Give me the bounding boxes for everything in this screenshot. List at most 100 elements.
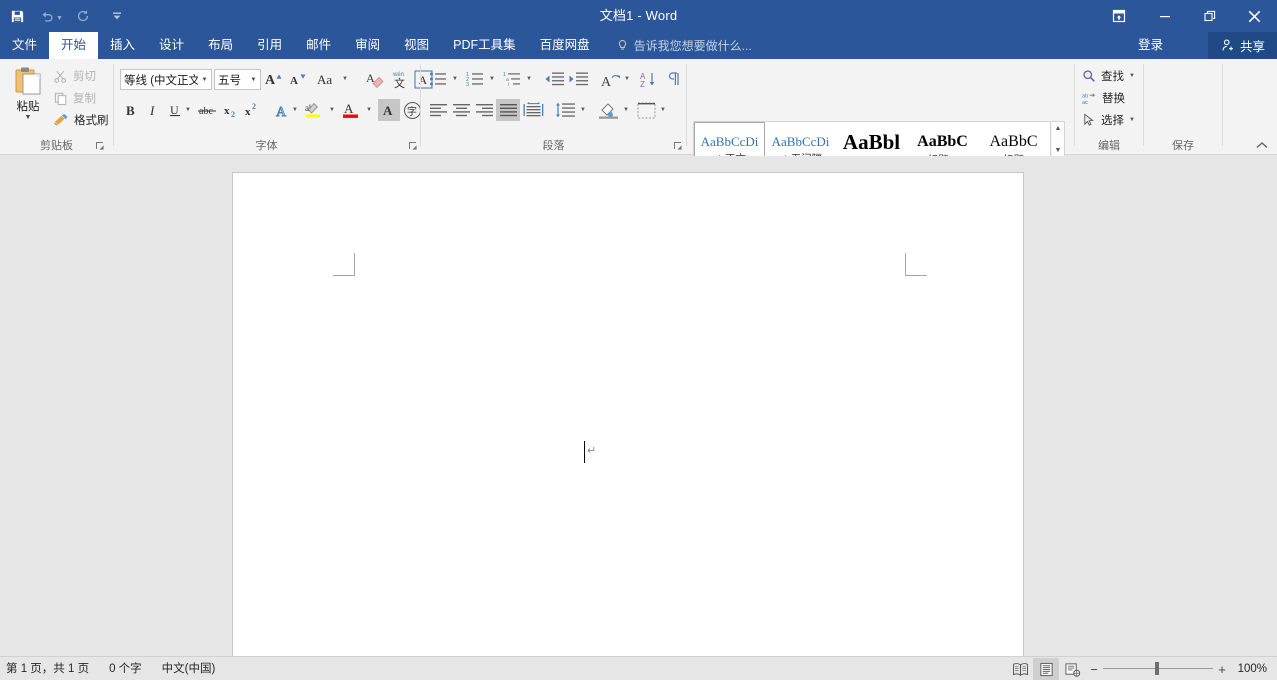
clipboard-dialog-launcher[interactable]: [95, 141, 106, 152]
svg-text:i: i: [508, 82, 509, 87]
numbering-icon[interactable]: 123: [464, 68, 486, 90]
line-spacing-dropdown-icon[interactable]: ▼: [577, 99, 589, 121]
subscript-icon[interactable]: x2: [222, 99, 242, 121]
distributed-icon[interactable]: [521, 99, 545, 121]
shading-dropdown-icon[interactable]: ▼: [620, 99, 632, 121]
tab-insert[interactable]: 插入: [98, 32, 147, 59]
numbering-dropdown-icon[interactable]: ▼: [486, 68, 498, 90]
line-spacing-icon[interactable]: [553, 99, 577, 121]
bullets-dropdown-icon[interactable]: ▼: [449, 68, 461, 90]
change-case-icon[interactable]: Aa: [315, 68, 339, 90]
svg-text:A: A: [265, 73, 276, 88]
font-color-icon[interactable]: A: [340, 99, 362, 121]
align-right-icon[interactable]: [473, 99, 495, 121]
italic-icon[interactable]: I: [142, 99, 164, 121]
clear-formatting-icon[interactable]: A: [364, 68, 388, 90]
restore-button[interactable]: [1187, 0, 1232, 32]
decrease-indent-icon[interactable]: [542, 68, 566, 90]
zoom-slider[interactable]: [1103, 657, 1213, 680]
bold-icon[interactable]: B: [120, 99, 142, 121]
tab-mailings[interactable]: 邮件: [294, 32, 343, 59]
font-name-dropdown-icon[interactable]: ▼: [198, 77, 211, 83]
multilevel-list-dropdown-icon[interactable]: ▼: [523, 68, 535, 90]
word-count-status[interactable]: 0 个字: [99, 657, 152, 680]
find-button[interactable]: 查找 ▼: [1079, 65, 1135, 87]
replace-button[interactable]: abac 替换: [1079, 87, 1125, 109]
zoom-out-button[interactable]: −: [1085, 662, 1103, 677]
tab-home[interactable]: 开始: [49, 32, 98, 59]
scroll-up-icon[interactable]: ▲: [1055, 122, 1062, 135]
paragraph-dialog-launcher[interactable]: [673, 141, 684, 152]
page-number-status[interactable]: 第 1 页，共 1 页: [0, 657, 99, 680]
tab-layout[interactable]: 布局: [196, 32, 245, 59]
font-dialog-launcher[interactable]: [408, 141, 419, 152]
group-label-font: 字体: [114, 137, 419, 153]
language-status[interactable]: 中文(中国): [152, 657, 226, 680]
grow-font-icon[interactable]: A: [263, 68, 287, 90]
asian-layout-dropdown-icon[interactable]: ▼: [621, 68, 633, 90]
share-person-icon: [1220, 38, 1235, 53]
show-formatting-marks-icon[interactable]: [665, 68, 685, 90]
zoom-slider-thumb[interactable]: [1155, 662, 1159, 675]
paste-button[interactable]: 粘贴 ▼: [6, 63, 50, 129]
select-button[interactable]: 选择 ▼: [1079, 109, 1135, 131]
superscript-icon[interactable]: x2: [243, 99, 263, 121]
web-layout-button[interactable]: [1059, 658, 1085, 680]
minimize-button[interactable]: [1142, 0, 1187, 32]
sign-in-button[interactable]: 登录: [1132, 32, 1169, 59]
zoom-level-label[interactable]: 100%: [1231, 663, 1277, 675]
text-highlight-dropdown-icon[interactable]: ▼: [326, 99, 338, 121]
font-color-dropdown-icon[interactable]: ▼: [363, 99, 375, 121]
asian-layout-icon[interactable]: A: [597, 68, 621, 90]
tell-me-placeholder: 告诉我您想要做什么...: [634, 37, 752, 54]
copy-button[interactable]: 复制: [50, 87, 96, 109]
ribbon-display-options-icon[interactable]: [1096, 0, 1142, 32]
borders-dropdown-icon[interactable]: ▼: [657, 99, 669, 121]
change-case-dropdown-icon[interactable]: ▼: [339, 68, 351, 90]
shrink-font-icon[interactable]: A: [287, 68, 311, 90]
phonetic-guide-icon[interactable]: wén文: [388, 68, 412, 90]
tab-design[interactable]: 设计: [147, 32, 196, 59]
align-center-icon[interactable]: [450, 99, 472, 121]
print-layout-button[interactable]: [1033, 658, 1059, 680]
text-effects-dropdown-icon[interactable]: ▼: [289, 99, 301, 121]
tab-file[interactable]: 文件: [0, 32, 49, 59]
document-page[interactable]: ↵: [232, 172, 1024, 656]
zoom-in-button[interactable]: +: [1213, 662, 1231, 677]
collapse-ribbon-button[interactable]: [1253, 136, 1271, 154]
character-shading-icon[interactable]: A: [378, 99, 400, 121]
style-preview: AaBbCcDi: [772, 134, 830, 150]
text-highlight-color-icon[interactable]: ab: [303, 99, 325, 121]
font-size-dropdown-icon[interactable]: ▼: [247, 77, 260, 83]
read-mode-button[interactable]: [1007, 658, 1033, 680]
document-canvas[interactable]: ↵: [0, 156, 1277, 656]
font-name-combo[interactable]: 等线 (中文正文 ▼: [120, 69, 212, 90]
align-left-icon[interactable]: [427, 99, 449, 121]
tab-references[interactable]: 引用: [245, 32, 294, 59]
svg-text:I: I: [149, 103, 155, 118]
sort-icon[interactable]: AZ: [637, 68, 661, 90]
strikethrough-icon[interactable]: abc: [196, 99, 220, 121]
borders-icon[interactable]: [635, 99, 657, 121]
paste-dropdown-icon[interactable]: ▼: [25, 114, 32, 121]
multilevel-list-icon[interactable]: 1ai: [501, 68, 523, 90]
tab-pdf-tools[interactable]: PDF工具集: [441, 32, 528, 59]
underline-dropdown-icon[interactable]: ▼: [182, 99, 194, 121]
scroll-down-icon[interactable]: ▼: [1055, 144, 1062, 157]
tab-baidu-netdisk[interactable]: 百度网盘: [528, 32, 602, 59]
font-size-combo[interactable]: 五号 ▼: [214, 69, 261, 90]
find-dropdown-icon[interactable]: ▼: [1129, 73, 1135, 79]
close-button[interactable]: [1232, 0, 1277, 32]
justify-icon[interactable]: [496, 99, 520, 121]
tell-me-box[interactable]: 告诉我您想要做什么...: [616, 32, 752, 59]
shading-icon[interactable]: [596, 99, 620, 121]
format-painter-button[interactable]: 格式刷: [50, 109, 109, 131]
cut-button[interactable]: 剪切: [50, 65, 96, 87]
tab-review[interactable]: 审阅: [343, 32, 392, 59]
share-button[interactable]: 共享: [1208, 32, 1277, 59]
select-dropdown-icon[interactable]: ▼: [1129, 117, 1135, 123]
group-label-editing: 编辑: [1075, 137, 1143, 153]
increase-indent-icon[interactable]: [566, 68, 590, 90]
bullets-icon[interactable]: [427, 68, 449, 90]
tab-view[interactable]: 视图: [392, 32, 441, 59]
